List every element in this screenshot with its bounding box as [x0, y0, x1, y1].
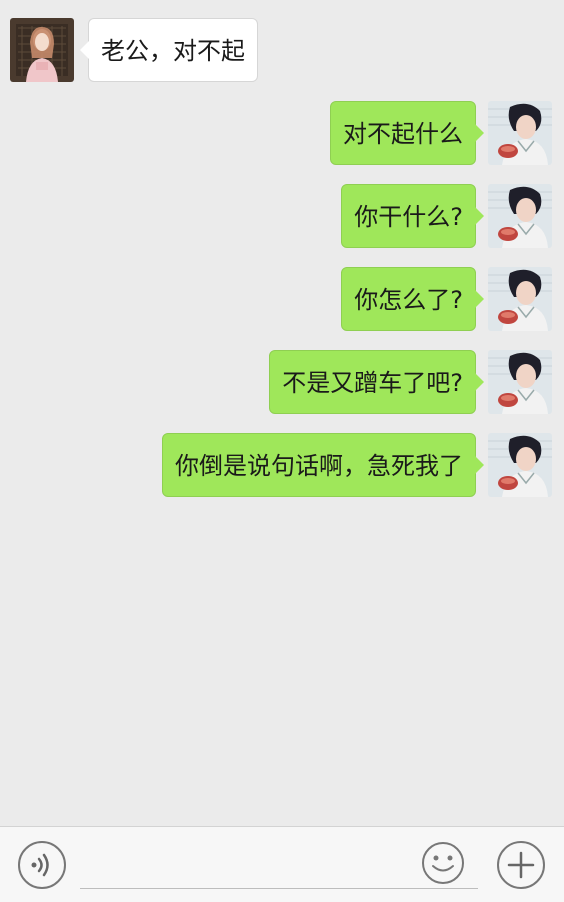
message-bubble[interactable]: 你怎么了?: [341, 267, 484, 331]
message-bubble[interactable]: 老公，对不起: [80, 18, 258, 82]
message-text: 你干什么?: [354, 203, 463, 231]
bubble-tail: [80, 41, 89, 59]
message-text: 不是又蹭车了吧?: [282, 369, 463, 397]
avatar-contact[interactable]: [10, 18, 74, 82]
avatar-self[interactable]: [488, 267, 552, 331]
message-text: 你倒是说句话啊，急死我了: [175, 452, 463, 480]
chat-area: 老公，对不起 对不起什么 你干什么? 你怎么了? 不是又蹭车了吧? 你倒是说句话…: [0, 0, 564, 826]
avatar-self[interactable]: [488, 184, 552, 248]
voice-icon: [31, 853, 49, 877]
message-text: 对不起什么: [343, 120, 463, 148]
more-button[interactable]: [497, 841, 545, 889]
input-bar: [0, 826, 564, 902]
bubble-tail: [475, 124, 484, 142]
bubble-tail: [475, 290, 484, 308]
message-outgoing: 你怎么了?: [0, 267, 564, 331]
message-bubble[interactable]: 不是又蹭车了吧?: [269, 350, 484, 414]
message-bubble[interactable]: 你倒是说句话啊，急死我了: [162, 433, 484, 497]
message-outgoing: 你干什么?: [0, 184, 564, 248]
emoji-icon: [422, 842, 464, 884]
voice-button[interactable]: [18, 841, 66, 889]
plus-icon: [507, 851, 535, 879]
emoji-button[interactable]: [421, 841, 469, 889]
message-text: 你怎么了?: [354, 286, 463, 314]
bubble-tail: [475, 456, 484, 474]
message-outgoing: 不是又蹭车了吧?: [0, 350, 564, 414]
message-incoming: 老公，对不起: [10, 18, 310, 82]
message-bubble[interactable]: 你干什么?: [341, 184, 484, 248]
bubble-tail: [475, 373, 484, 391]
avatar-self[interactable]: [488, 433, 552, 497]
avatar-self[interactable]: [488, 350, 552, 414]
message-bubble[interactable]: 对不起什么: [330, 101, 484, 165]
message-outgoing: 你倒是说句话啊，急死我了: [0, 433, 564, 497]
message-text: 老公，对不起: [101, 37, 245, 65]
message-input[interactable]: [80, 841, 478, 889]
bubble-tail: [475, 207, 484, 225]
avatar-self[interactable]: [488, 101, 552, 165]
message-outgoing: 对不起什么: [0, 101, 564, 165]
